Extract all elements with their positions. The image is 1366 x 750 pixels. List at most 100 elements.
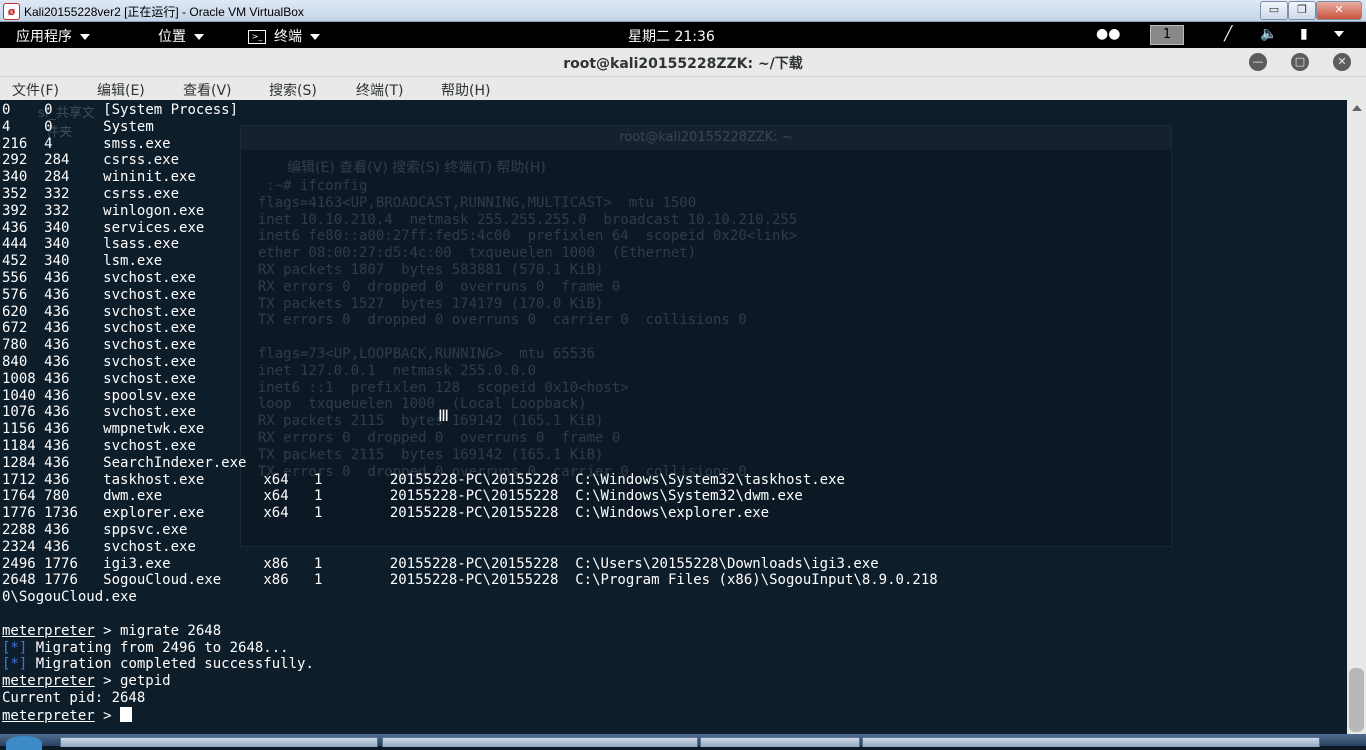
cell-name: svchost.exe bbox=[103, 337, 196, 354]
cell-pid: 1764 bbox=[2, 488, 36, 505]
terminal-icon: >_ bbox=[248, 30, 266, 44]
cell-pid: 1712 bbox=[2, 471, 36, 488]
mouse-ibeam-cursor-icon: Ⅲ bbox=[438, 406, 450, 425]
cell-name: svchost.exe bbox=[103, 320, 196, 337]
table-row: 556 436 svchost.exe bbox=[2, 270, 575, 286]
cell-user: 20155228-PC\20155228 bbox=[389, 572, 559, 589]
table-row: 436 340 services.exe bbox=[2, 220, 575, 236]
cell-name: spoolsv.exe bbox=[103, 387, 196, 404]
users-icon[interactable]: ●● bbox=[1096, 26, 1120, 42]
clock[interactable]: 星期二 21:36 bbox=[628, 26, 715, 46]
cell-ppid: 436 bbox=[44, 387, 70, 404]
cell-ppid: 332 bbox=[44, 202, 70, 219]
menu-view[interactable]: 查看(V) bbox=[183, 80, 232, 100]
menu-edit[interactable]: 编辑(E) bbox=[97, 80, 145, 100]
cell-user: 20155228-PC\20155228 bbox=[389, 471, 559, 488]
applications-label: 应用程序 bbox=[16, 29, 72, 45]
menu-file[interactable]: 文件(F) bbox=[12, 80, 59, 100]
cell-ppid: 436 bbox=[44, 370, 70, 387]
cell-user: 20155228-PC\20155228 bbox=[389, 555, 559, 572]
start-orb-icon[interactable] bbox=[6, 736, 42, 750]
terminal-minimize-button[interactable]: — bbox=[1249, 53, 1267, 71]
battery-icon[interactable]: ▮ bbox=[1300, 26, 1308, 42]
cell-pid: 444 bbox=[2, 236, 28, 253]
cell-name: igi3.exe bbox=[103, 555, 171, 572]
cell-pid: 216 bbox=[2, 135, 28, 152]
table-row: 0 0 [System Process] bbox=[2, 102, 575, 118]
cell-name: svchost.exe bbox=[103, 404, 196, 421]
cell-pid: 620 bbox=[2, 303, 28, 320]
cell-pid: 292 bbox=[2, 152, 28, 169]
chevron-down-icon bbox=[80, 34, 90, 40]
cell-pid: 2288 bbox=[2, 521, 36, 538]
terminal-scrollbar[interactable] bbox=[1347, 100, 1366, 734]
cell-name: lsass.exe bbox=[103, 236, 180, 253]
info-marker: [*] bbox=[2, 639, 28, 656]
network-icon[interactable]: ╱ bbox=[1224, 26, 1232, 42]
info-migration-complete: Migration completed successfully. bbox=[27, 656, 314, 673]
scroll-up-icon[interactable] bbox=[1352, 105, 1362, 111]
cell-name: lsm.exe bbox=[103, 253, 163, 270]
cell-pid: 2648 bbox=[2, 572, 36, 589]
cell-ppid: 284 bbox=[44, 152, 70, 169]
menu-search[interactable]: 搜索(S) bbox=[269, 80, 317, 100]
cell-name: svchost.exe bbox=[103, 370, 196, 387]
cell-ppid: 340 bbox=[44, 253, 70, 270]
cell-path: C:\Windows\System32\dwm.exe bbox=[575, 488, 803, 505]
cell-ppid: 340 bbox=[44, 219, 70, 236]
cell-ppid: 4 bbox=[44, 135, 53, 152]
table-row: 1040 436 spoolsv.exe bbox=[2, 388, 575, 404]
cell-pid: 576 bbox=[2, 286, 28, 303]
cell-arch: x86 bbox=[263, 572, 289, 589]
cell-name: wininit.exe bbox=[103, 169, 196, 186]
cell-name: svchost.exe bbox=[103, 538, 196, 555]
table-row: 392 332 winlogon.exe bbox=[2, 203, 575, 219]
restore-button[interactable]: ❐ bbox=[1288, 1, 1316, 20]
cell-pid: 392 bbox=[2, 202, 28, 219]
menu-help[interactable]: 帮助(H) bbox=[441, 80, 490, 100]
cell-ppid: 436 bbox=[44, 521, 70, 538]
table-row: 1776 1736 explorer.exe x64 1 20155228-PC… bbox=[2, 505, 769, 521]
cell-pid: 2324 bbox=[2, 538, 36, 555]
table-row: 1284 436 SearchIndexer.exe bbox=[2, 455, 575, 471]
meterpreter-prompt: meterpreter bbox=[2, 707, 95, 724]
volume-icon[interactable]: 🔈 bbox=[1260, 26, 1277, 42]
cell-ppid: 436 bbox=[44, 421, 70, 438]
cell-ppid: 436 bbox=[44, 353, 70, 370]
info-marker: [*] bbox=[2, 656, 28, 673]
prompt-tail: > bbox=[94, 707, 121, 724]
cell-arch: x64 bbox=[263, 471, 289, 488]
cell-ppid: 436 bbox=[44, 269, 70, 286]
table-row: 576 436 svchost.exe bbox=[2, 287, 575, 303]
cell-pid: 1284 bbox=[2, 454, 36, 471]
cell-pid: 2496 bbox=[2, 555, 36, 572]
system-menu-chevron-icon[interactable] bbox=[1334, 26, 1344, 42]
cell-pid: 840 bbox=[2, 353, 28, 370]
table-row: 340 284 wininit.exe bbox=[2, 169, 575, 185]
command-migrate: > migrate 2648 bbox=[94, 622, 222, 639]
minimize-button[interactable]: ▭ bbox=[1260, 1, 1288, 20]
scrollbar-thumb[interactable] bbox=[1349, 668, 1364, 732]
table-row: 352 332 csrss.exe bbox=[2, 186, 575, 202]
table-row: 1712 436 taskhost.exe x64 1 20155228-PC\… bbox=[2, 472, 845, 488]
cell-name: [System Process] bbox=[103, 102, 239, 118]
cell-name: taskhost.exe bbox=[103, 471, 205, 488]
places-menu[interactable]: 位置 bbox=[158, 26, 204, 46]
virtualbox-title-bar: ø Kali20155228ver2 [正在运行] - Oracle VM Vi… bbox=[0, 0, 1366, 22]
applications-menu[interactable]: 应用程序 bbox=[16, 26, 90, 46]
close-button[interactable]: ✕ bbox=[1316, 1, 1362, 20]
table-row: 1184 436 svchost.exe bbox=[2, 438, 575, 454]
cell-path: C:\Users\20155228\Downloads\igi3.exe bbox=[575, 555, 879, 572]
terminal-maximize-button[interactable]: □ bbox=[1291, 53, 1309, 71]
terminal-title-bar: root@kali20155228ZZK: ~/下载 — □ ✕ bbox=[0, 48, 1366, 77]
terminal-close-button[interactable]: ✕ bbox=[1333, 53, 1351, 71]
terminal-output-area[interactable]: sf_共享文 件夹 root@kali20155228ZZK: ~ 编辑(E) … bbox=[0, 100, 1347, 734]
cell-ppid: 436 bbox=[44, 471, 70, 488]
menu-terminal[interactable]: 终端(T) bbox=[356, 80, 403, 100]
cell-path: C:\Windows\System32\taskhost.exe bbox=[575, 471, 845, 488]
workspace-indicator[interactable]: 1 bbox=[1150, 25, 1184, 45]
terminal-menu-bar: 文件(F) 编辑(E) 查看(V) 搜索(S) 终端(T) 帮助(H) bbox=[0, 77, 1366, 100]
terminal-app-menu[interactable]: >_ 终端 bbox=[248, 26, 320, 46]
cell-name: svchost.exe bbox=[103, 286, 196, 303]
meterpreter-prompt: meterpreter bbox=[2, 673, 95, 690]
